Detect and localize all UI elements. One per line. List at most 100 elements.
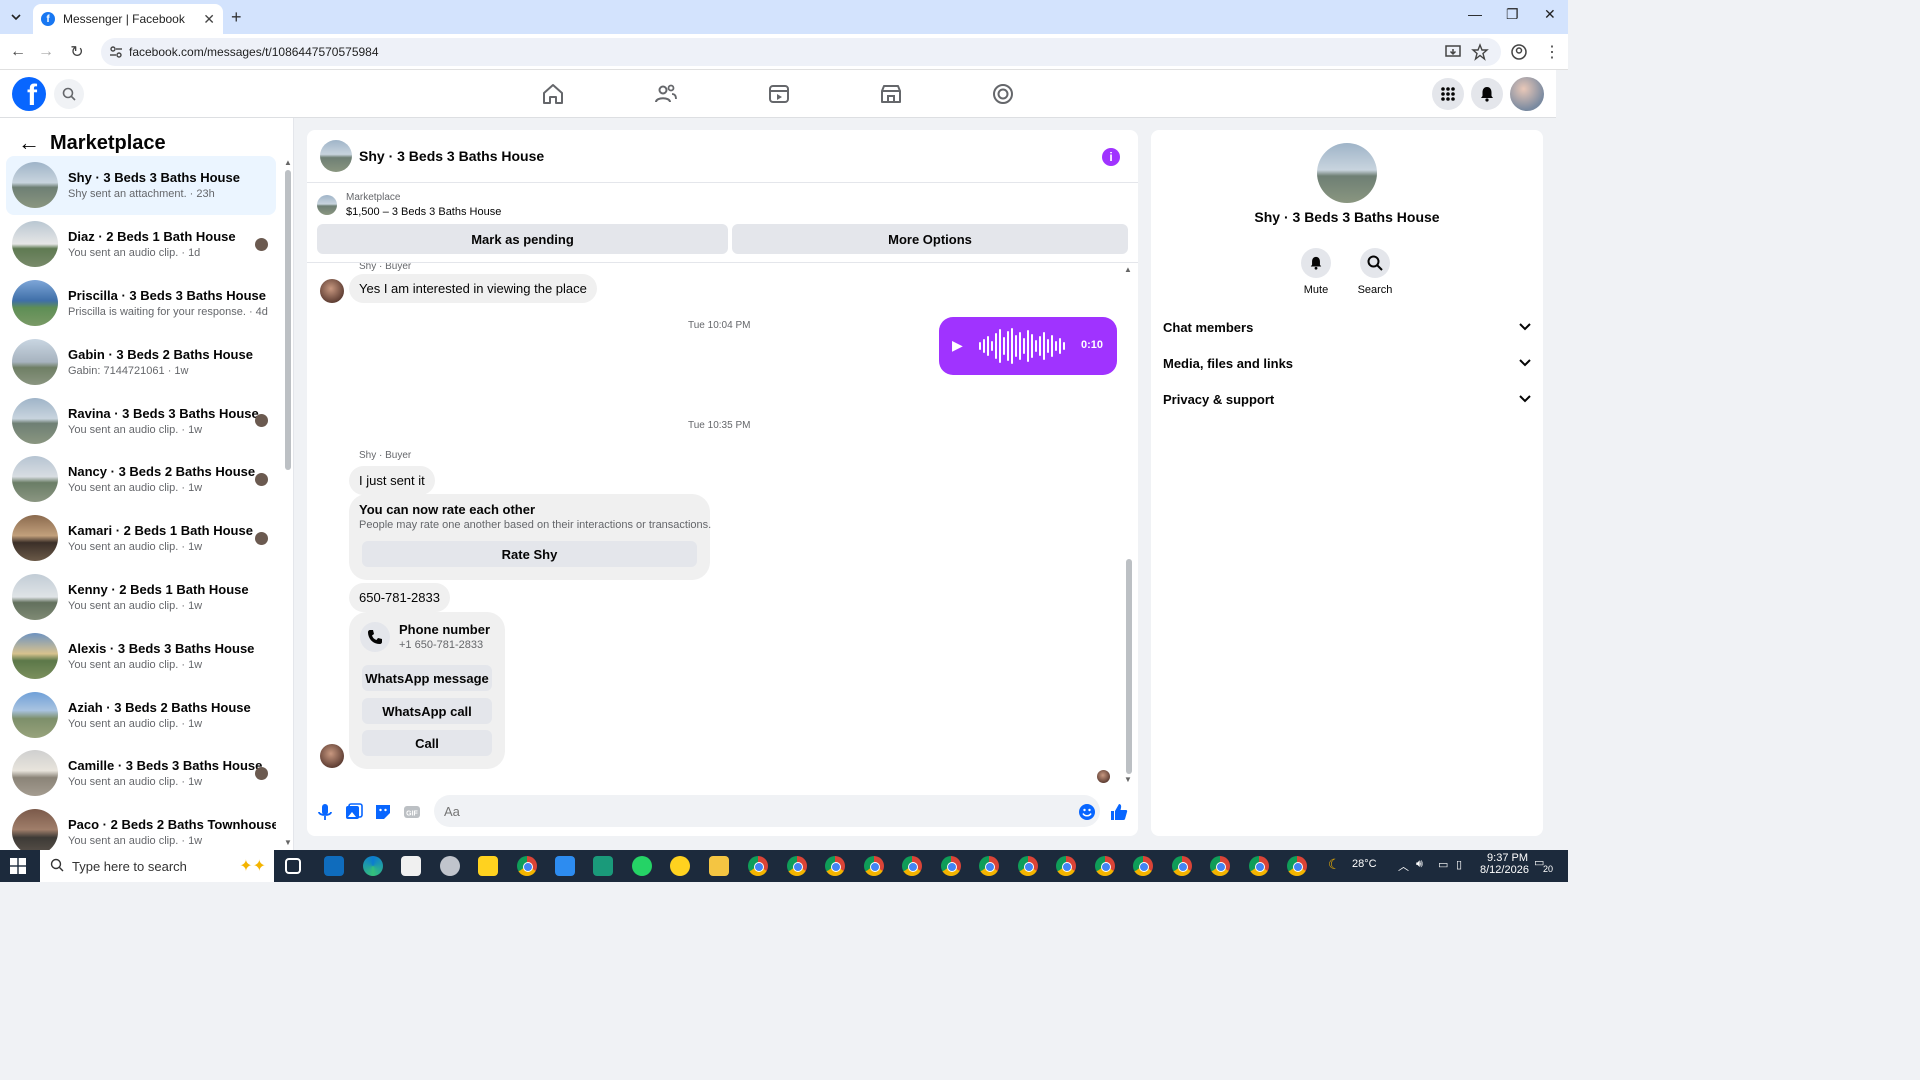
tab-search-button[interactable] [7,8,25,26]
bookmark-star-icon[interactable] [1471,43,1489,61]
chrome-window-icon[interactable] [1133,856,1153,876]
more-options-button[interactable]: More Options [732,224,1128,254]
home-icon[interactable] [541,82,565,106]
rate-shy-button[interactable]: Rate Shy [362,541,697,567]
scroll-down-icon[interactable]: ▼ [1124,775,1132,784]
conversation-item[interactable]: Kamari · 2 Beds 1 Bath House You sent an … [6,509,276,568]
profile-icon[interactable] [1510,43,1528,61]
new-tab-button[interactable]: + [231,7,242,28]
chrome-window-icon[interactable] [940,856,961,876]
buyer-avatar[interactable] [320,744,344,768]
browser-menu-icon[interactable]: ⋮ [1544,42,1560,62]
incoming-message[interactable]: I just sent it [349,466,435,495]
sticky-notes-icon[interactable] [478,856,498,876]
address-bar[interactable]: facebook.com/messages/t/1086447570575984 [101,38,1501,66]
network-icon[interactable]: ▭ [1438,858,1448,871]
chrome-window-icon[interactable] [902,856,922,876]
marketplace-icon[interactable] [879,82,903,106]
chat-members-section[interactable]: Chat members [1163,312,1531,342]
menu-grid-button[interactable] [1432,78,1464,110]
conversation-item[interactable]: Priscilla · 3 Beds 3 Baths House Priscill… [6,274,276,333]
clock[interactable]: 9:37 PM 8/12/2026 [1480,852,1529,876]
incoming-message[interactable]: Yes I am interested in viewing the place [349,274,597,303]
weather-moon-icon[interactable]: ☾ [1328,856,1341,873]
chrome-window-icon[interactable] [1210,856,1230,876]
store-icon[interactable] [401,856,421,876]
chrome-window-icon[interactable] [1017,856,1038,876]
conversation-item[interactable]: Aziah · 3 Beds 2 Baths House You sent an … [6,685,276,744]
chrome-window-icon[interactable] [979,856,999,876]
chrome-window-icon[interactable] [1056,856,1076,876]
call-button[interactable]: Call [362,730,492,756]
chrome-window-icon[interactable] [1094,856,1115,876]
conversation-item[interactable]: Paco · 2 Beds 2 Baths Townhouse You sent … [6,803,276,850]
thread-scroll-thumb[interactable] [1126,559,1132,774]
scroll-up-icon[interactable]: ▲ [284,158,292,167]
listing-title[interactable]: $1,500 – 3 Beds 3 Baths House [346,206,501,218]
conversation-item[interactable]: Alexis · 3 Beds 3 Baths House You sent an… [6,626,276,685]
gif-icon[interactable]: GIF [402,802,422,822]
info-icon[interactable]: i [1102,148,1120,166]
edge-icon[interactable] [363,856,383,876]
chrome-window-icon[interactable] [1287,856,1307,876]
show-hidden-icons-icon[interactable]: ︿ [1398,858,1409,874]
microphone-icon[interactable] [315,802,335,822]
scroll-up-icon[interactable]: ▲ [1124,265,1132,274]
reload-icon[interactable]: ↻ [68,43,86,61]
forward-icon[interactable]: → [37,43,55,61]
sticker-icon[interactable] [373,802,393,822]
gaming-icon[interactable] [991,82,1015,106]
mark-as-pending-button[interactable]: Mark as pending [317,224,728,254]
chrome-icon[interactable] [517,856,537,876]
taskbar-search-box[interactable]: Type here to search ✦✦ [40,850,274,882]
privacy-support-section[interactable]: Privacy & support [1163,384,1531,414]
sidebar-scrollbar[interactable]: ▲ ▼ [284,158,292,848]
conversation-item[interactable]: Shy · 3 Beds 3 Baths House Shy sent an at… [6,156,276,215]
close-tab-icon[interactable]: ✕ [203,11,215,28]
conversation-item[interactable]: Ravina · 3 Beds 3 Baths House You sent an… [6,391,276,450]
video-icon[interactable] [767,82,791,106]
app-icon[interactable] [440,856,460,876]
chrome-window-icon[interactable] [786,856,807,876]
facebook-logo-icon[interactable]: f [12,77,46,111]
chrome-window-icon[interactable] [748,856,768,876]
conversation-item[interactable]: Kenny · 2 Beds 1 Bath House You sent an a… [6,568,276,627]
outgoing-audio-message[interactable]: ▶ 0:10 [939,317,1117,375]
buyer-avatar[interactable] [320,279,344,303]
mute-button[interactable]: Mute [1286,248,1346,296]
conversation-item[interactable]: Gabin · 3 Beds 2 Baths House Gabin: 71447… [6,332,276,391]
chrome-window-icon[interactable] [1171,856,1192,876]
thread-scrollbar[interactable]: ▲ ▼ [1124,265,1134,785]
details-avatar[interactable] [1317,143,1377,203]
whatsapp-message-button[interactable]: WhatsApp message [362,665,492,691]
app-icon[interactable] [593,856,613,876]
close-window-icon[interactable]: ✕ [1544,6,1556,23]
sidebar-scroll-thumb[interactable] [285,170,291,470]
page-scrollbar[interactable] [1556,70,1568,850]
weather-temperature[interactable]: 28°C [1352,858,1377,870]
facebook-search-button[interactable] [54,79,84,109]
friends-icon[interactable] [654,82,678,106]
chat-avatar[interactable] [320,140,352,172]
listing-thumbnail[interactable] [317,195,337,215]
app-icon[interactable] [670,856,690,876]
chrome-window-icon[interactable] [825,856,845,876]
volume-icon[interactable]: 🔊︎ [1416,858,1423,871]
back-icon[interactable]: ← [9,43,27,61]
task-view-icon[interactable] [285,858,301,874]
chrome-window-icon[interactable] [863,856,884,876]
battery-icon[interactable]: ▯ [1456,858,1462,871]
search-conversation-button[interactable]: Search [1345,248,1405,296]
conversation-item[interactable]: Camille · 3 Beds 3 Baths House You sent a… [6,744,276,803]
minimize-icon[interactable]: — [1468,6,1482,22]
message-input[interactable] [434,795,1100,827]
conversation-item[interactable]: Diaz · 2 Beds 1 Bath House You sent an au… [6,215,276,274]
like-thumb-icon[interactable] [1109,802,1129,822]
file-explorer-icon[interactable] [709,856,729,876]
whatsapp-icon[interactable] [632,856,652,876]
restore-icon[interactable]: ❐ [1506,6,1519,23]
photo-icon[interactable] [344,802,364,822]
incoming-message[interactable]: 650-781-2833 [349,583,450,612]
chat-title[interactable]: Shy · 3 Beds 3 Baths House [359,148,544,164]
account-avatar[interactable] [1510,77,1544,111]
